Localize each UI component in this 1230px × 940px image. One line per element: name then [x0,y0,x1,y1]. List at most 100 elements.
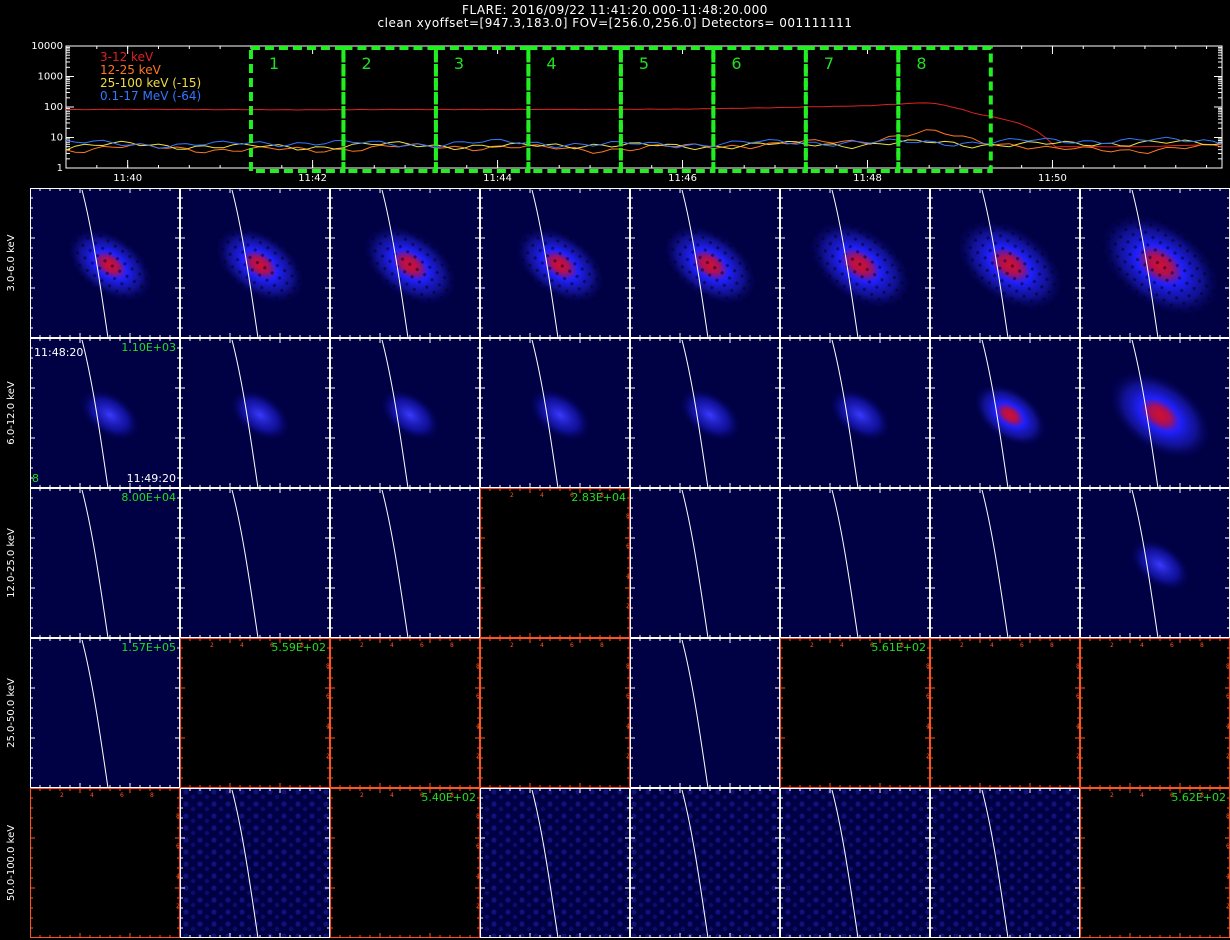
panel-background [480,488,630,638]
axis-tick-label: 6 [420,642,424,649]
axis-tick-label: 4 [1140,642,1144,649]
y-tick-label: 1000 [38,72,63,83]
energy-band-label: 6.0-12.0 keV [6,381,17,445]
image-panel [480,338,630,489]
image-panel [180,488,330,639]
image-panel [780,338,930,489]
image-panel [630,638,780,789]
axis-tick-label: 2 [1110,792,1114,799]
interval-label: 5 [639,54,649,73]
image-panel [30,188,180,339]
axis-tick-label: 2 [510,642,514,649]
x-tick-label: 11:48 [853,173,882,184]
image-panel: 22446688 [330,788,480,938]
panel-background [1080,638,1230,788]
axis-tick-label: 8 [1076,663,1080,670]
image-panel [480,788,630,939]
panel-background [780,638,930,788]
image-panel [480,188,630,339]
axis-tick-label: 4 [626,723,630,730]
axis-tick-label: 6 [176,843,180,850]
image-grid: 3.0-6.0 keV 6.0-12.0 keV 12.0-25.0 keV 25.0… [6,188,1230,939]
axis-tick-label: 8 [326,663,330,670]
axis-tick-label: 2 [1110,642,1114,649]
panel-background [330,638,480,788]
axis-tick-label: 4 [1140,792,1144,799]
axis-tick-label: 2 [810,642,814,649]
plot-subtitle: clean xyoffset=[947.3,183.0] FOV=[256.0,… [377,16,853,30]
image-panel [630,488,780,639]
image-panel [630,338,780,489]
axis-tick-label: 2 [1226,753,1230,760]
axis-tick-label: 6 [120,792,124,799]
image-panel [180,188,330,339]
end-time-label: 11:49:20 [127,472,176,485]
legend-entry: 12-25 keV [100,63,162,77]
lightcurve-chart: 1 10 100 1000 10000 11:40 11:42 11:44 11:46 11:48… [31,41,1223,184]
image-panel [180,788,330,939]
image-panel [780,488,930,639]
axis-tick-label: 6 [1170,642,1174,649]
axis-tick-label: 4 [476,873,480,880]
legend-entry: 0.1-17 MeV (-64) [100,89,201,103]
axis-tick-label: 2 [210,642,214,649]
axis-tick-label: 6 [570,642,574,649]
axis-tick-label: 2 [1226,903,1230,910]
panel-background [180,638,330,788]
image-panel [330,338,480,489]
image-panel: 22446688 [330,638,480,788]
interval-box [711,46,808,173]
axis-tick-label: 6 [326,693,330,700]
axis-tick-label: 8 [150,792,154,799]
legend-entry: 25-100 keV (-15) [100,76,201,90]
axis-tick-label: 2 [626,603,630,610]
panel-background [930,638,1080,788]
interval-label: 3 [454,54,464,73]
interval-label: 4 [546,54,556,73]
axis-tick-label: 4 [1076,723,1080,730]
series-group [66,102,1222,155]
peak-label: 2.83E+04 [571,491,626,504]
image-panel [30,488,180,639]
interval-index-label: 8 [32,472,39,485]
interval-label: 7 [824,54,834,73]
axis-tick-label: 6 [1226,693,1230,700]
x-tick-label: 11:40 [113,173,142,184]
axis-tick-label: 2 [176,903,180,910]
axis-tick-label: 4 [626,573,630,580]
image-panel: 22446688 [1080,638,1230,788]
image-panel [930,188,1080,339]
axis-tick-label: 8 [450,642,454,649]
axis-tick-label: 2 [476,753,480,760]
x-tick-label: 11:44 [483,173,512,184]
peak-label: 8.00E+04 [121,491,176,504]
image-panel: 22446688 [180,638,330,788]
axis-tick-label: 4 [540,642,544,649]
peak-label: 5.62E+02 [1171,791,1226,804]
axis-tick-label: 4 [326,723,330,730]
image-panel [930,788,1080,939]
peak-label: 5.40E+02 [421,791,476,804]
panel-background [330,788,480,938]
image-panel [630,188,780,339]
axis-tick-label: 6 [626,543,630,550]
axis-tick-label: 4 [990,642,994,649]
peak-label: 1.10E+03 [121,341,176,354]
energy-band-label: 50.0-100.0 keV [6,825,17,901]
axis-tick-label: 8 [626,663,630,670]
axis-tick-label: 4 [176,873,180,880]
x-tick-label: 11:50 [1038,173,1067,184]
axis-tick-label: 8 [626,513,630,520]
axis-tick-label: 6 [476,843,480,850]
panel-background [30,788,180,938]
image-panel: 22446688 [780,638,930,788]
image-panel [1080,188,1230,339]
image-panel: 22446688 [930,638,1080,788]
axis-tick-label: 2 [626,753,630,760]
axis-tick-label: 6 [926,693,930,700]
axis-tick-label: 2 [60,792,64,799]
axis-tick-label: 4 [1226,873,1230,880]
axis-tick-label: 8 [1226,663,1230,670]
axis-tick-label: 4 [90,792,94,799]
axis-tick-label: 6 [1076,693,1080,700]
